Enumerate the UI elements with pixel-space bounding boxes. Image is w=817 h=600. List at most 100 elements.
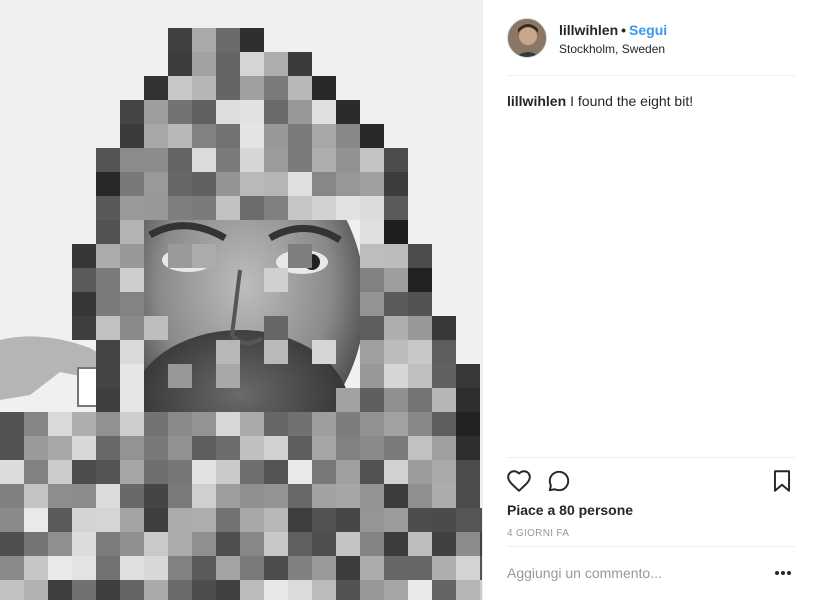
caption-username[interactable]: lillwihlen (507, 93, 566, 109)
pixel-block (432, 388, 456, 412)
pixel-block (264, 556, 288, 580)
pixel-block (120, 244, 144, 268)
pixel-block (384, 460, 408, 484)
header-username[interactable]: lillwihlen (559, 22, 618, 38)
pixel-block (336, 412, 360, 436)
heart-outline-icon[interactable] (506, 468, 532, 494)
pixel-block (336, 532, 360, 556)
ellipsis-dot (787, 571, 791, 575)
pixel-block (48, 556, 72, 580)
pixel-block (288, 460, 312, 484)
pixel-block (0, 460, 24, 484)
pixel-block (96, 268, 120, 292)
pixel-block (144, 316, 168, 340)
pixel-block (0, 556, 24, 580)
pixel-block (312, 484, 336, 508)
pixel-block (384, 388, 408, 412)
pixel-block (96, 388, 120, 412)
pixel-block (264, 412, 288, 436)
pixel-block (144, 196, 168, 220)
pixel-block (96, 292, 120, 316)
pixel-block (264, 148, 288, 172)
pixel-block (216, 556, 240, 580)
pixel-block (408, 508, 432, 532)
pixel-block (432, 316, 456, 340)
pixel-block (384, 292, 408, 316)
post-details-panel: lillwihlen • Segui Stockholm, Sweden lillw… (482, 0, 817, 600)
pixel-block (216, 364, 240, 388)
pixel-block (24, 556, 48, 580)
pixel-block (456, 556, 480, 580)
pixel-block (240, 100, 264, 124)
pixel-block (456, 508, 480, 532)
pixel-block (192, 436, 216, 460)
pixel-block (288, 484, 312, 508)
pixel-block (264, 532, 288, 556)
pixel-block (384, 556, 408, 580)
post-header: lillwihlen • Segui Stockholm, Sweden (507, 16, 795, 76)
pixel-block (24, 412, 48, 436)
pixel-block (240, 148, 264, 172)
pixel-block (192, 532, 216, 556)
pixel-block (216, 484, 240, 508)
pixel-block (288, 436, 312, 460)
pixel-block (240, 124, 264, 148)
pixel-block (264, 100, 288, 124)
pixel-block (288, 556, 312, 580)
ellipsis-icon[interactable] (771, 561, 795, 585)
comment-bubble-icon[interactable] (546, 468, 572, 494)
pixel-block (120, 388, 144, 412)
pixel-block (168, 148, 192, 172)
likes-count[interactable]: Piace a 80 persone (507, 502, 633, 518)
pixel-block (144, 436, 168, 460)
pixel-block (384, 196, 408, 220)
avatar[interactable] (507, 18, 547, 58)
pixel-block (360, 388, 384, 412)
caption-text: I found the eight bit! (570, 93, 694, 109)
pixel-block (96, 196, 120, 220)
pixel-block (48, 436, 72, 460)
pixel-block (312, 100, 336, 124)
pixel-block (384, 148, 408, 172)
pixel-block (264, 508, 288, 532)
post-timestamp[interactable]: 4 GIORNI FA (507, 528, 569, 539)
pixel-block (168, 244, 192, 268)
pixel-block (456, 436, 480, 460)
pixel-block (288, 100, 312, 124)
bookmark-icon[interactable] (769, 468, 795, 494)
pixel-block (72, 532, 96, 556)
comment-input[interactable] (507, 561, 747, 585)
pixel-block (168, 460, 192, 484)
pixel-block (0, 484, 24, 508)
pixel-block (360, 244, 384, 268)
location-link[interactable]: Stockholm, Sweden (559, 42, 665, 56)
pixel-block (240, 508, 264, 532)
pixel-block (288, 244, 312, 268)
pixel-block (192, 244, 216, 268)
pixel-block (72, 580, 96, 600)
pixel-block (72, 484, 96, 508)
pixel-block (240, 436, 264, 460)
pixel-block (72, 316, 96, 340)
pixel-block (264, 340, 288, 364)
pixel-block (192, 124, 216, 148)
pixel-block (24, 508, 48, 532)
pixel-block (120, 436, 144, 460)
pixel-block (408, 412, 432, 436)
pixel-block (264, 76, 288, 100)
pixel-block (456, 412, 480, 436)
post-image[interactable] (0, 0, 482, 600)
pixel-block (288, 580, 312, 600)
pixel-block (120, 292, 144, 316)
follow-button[interactable]: Segui (629, 22, 667, 38)
pixel-block (168, 412, 192, 436)
pixel-block (96, 172, 120, 196)
pixel-block (216, 508, 240, 532)
pixel-block (264, 52, 288, 76)
pixel-block (216, 76, 240, 100)
pixel-block (264, 580, 288, 600)
pixel-block (168, 484, 192, 508)
pixel-block (408, 436, 432, 460)
pixel-block (384, 364, 408, 388)
pixel-block (96, 244, 120, 268)
